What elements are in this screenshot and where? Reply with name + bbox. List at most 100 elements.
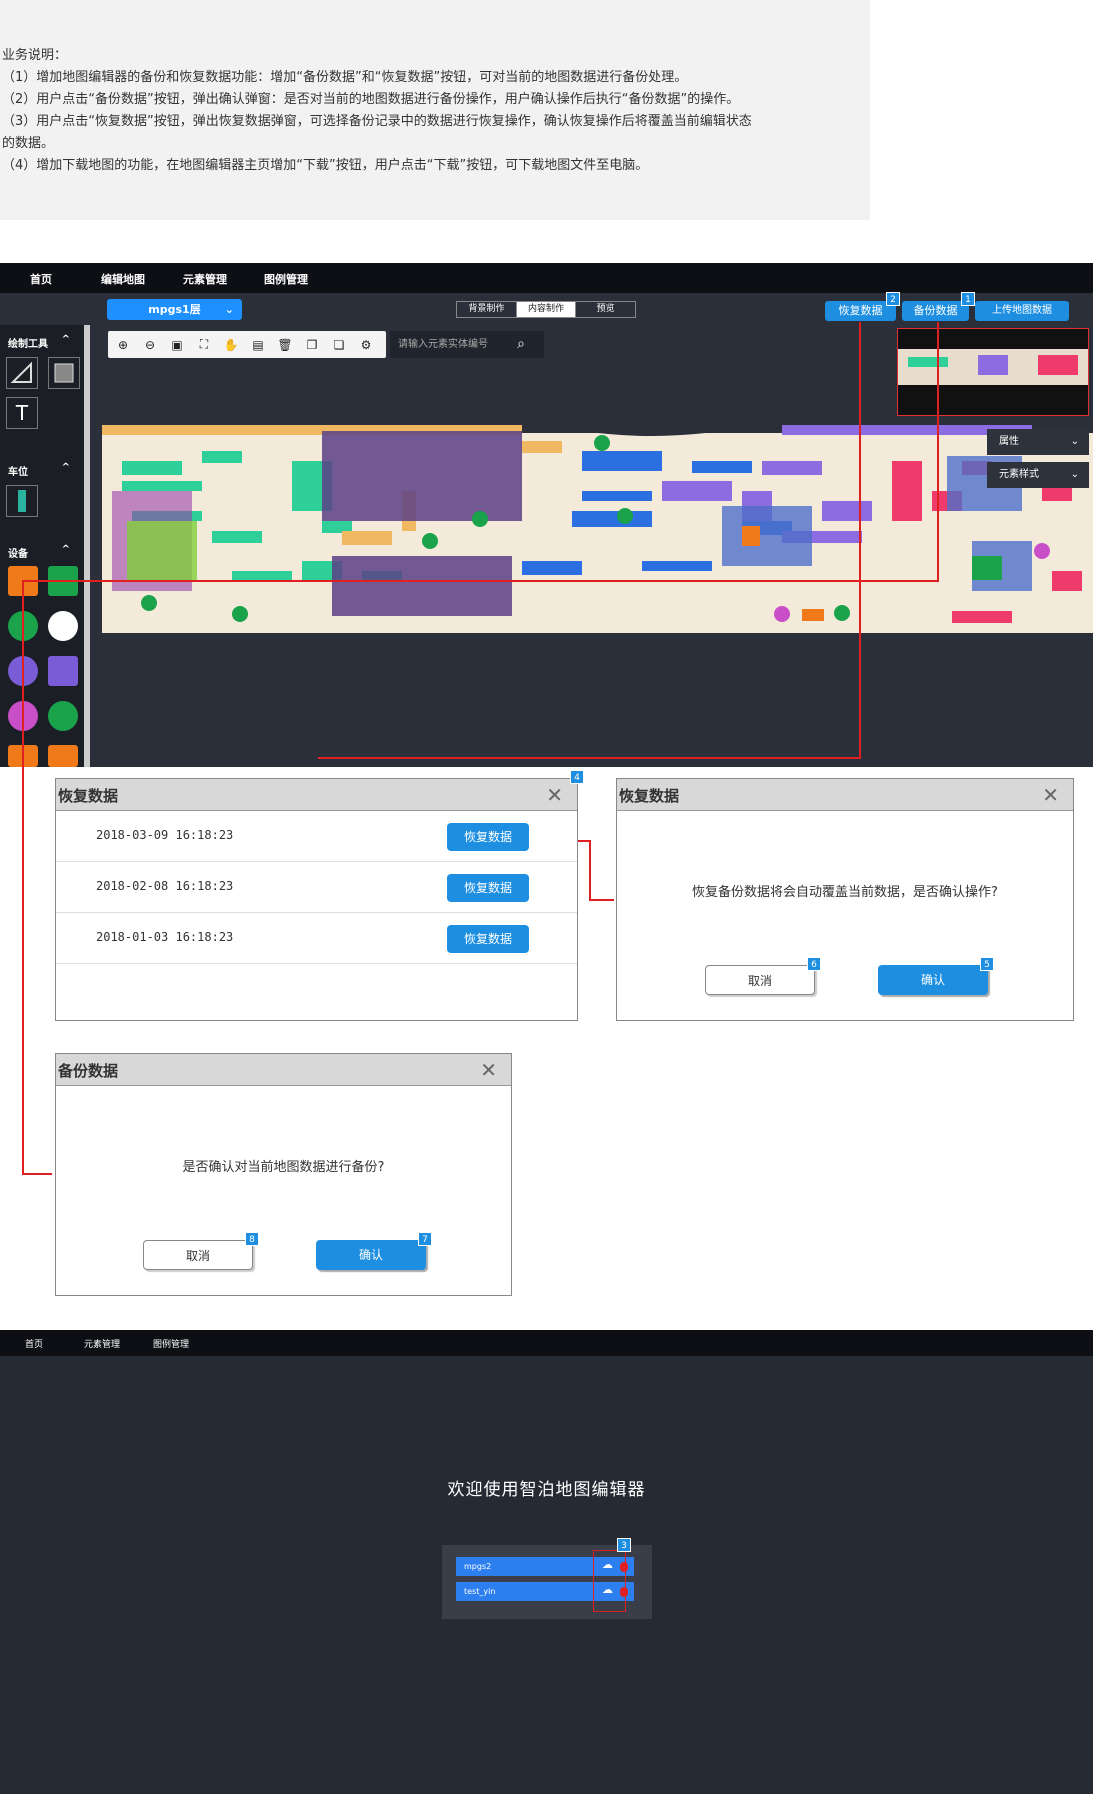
nav-element-manage[interactable]: 元素管理	[183, 271, 227, 287]
delete-icon[interactable]: 🗑	[274, 338, 296, 352]
tab-content[interactable]: 内容制作	[516, 302, 577, 317]
upload-map-button[interactable]: 上传地图数据	[975, 301, 1069, 321]
save-icon[interactable]: ▤	[247, 338, 269, 352]
nav-edit-map[interactable]: 编辑地图	[101, 271, 145, 287]
nav-legend-manage[interactable]: 图例管理	[153, 1337, 189, 1350]
close-icon[interactable]: ✕	[480, 1058, 497, 1082]
annotation-line	[589, 840, 591, 900]
annotation-line	[859, 322, 861, 759]
editor-home: 首页 元素管理 图例管理 欢迎使用智泊地图编辑器 mpgs2 test_yin …	[0, 1330, 1093, 1794]
notes-line: （4）增加下载地图的功能，在地图编辑器主页增加“下载”按钮，用户点击“下载”按钮…	[2, 158, 649, 173]
section-label: 车位	[8, 467, 28, 478]
annotation-line	[589, 899, 614, 901]
editor-top-nav: 首页 编辑地图 元素管理 图例管理	[0, 263, 1093, 293]
restore-record-button[interactable]: 恢复数据	[447, 823, 529, 851]
device-more-icon[interactable]	[48, 745, 78, 767]
backup-record-row: 2018-02-08 16:18:23 恢复数据	[56, 862, 577, 913]
close-icon[interactable]: ✕	[546, 783, 563, 807]
tab-preview[interactable]: 预览	[576, 302, 635, 317]
zoom-in-icon[interactable]: ⊕	[112, 338, 134, 352]
annotation-badge: 8	[245, 1232, 259, 1246]
restore-record-button[interactable]: 恢复数据	[447, 925, 529, 953]
panel-scrollbar[interactable]	[84, 325, 90, 767]
section-draw-tools[interactable]: 绘制工具 ^	[0, 331, 84, 351]
confirm-restore-dialog: 恢复数据 ✕ 恢复备份数据将会自动覆盖当前数据，是否确认操作? 取消 确认	[616, 778, 1074, 1021]
annotation-line	[22, 1173, 52, 1175]
annotation-badge: 3	[617, 1538, 631, 1552]
chevron-up-icon: ^	[61, 334, 70, 345]
home-top-nav: 首页 元素管理 图例管理	[0, 1330, 1093, 1356]
restore-record-button[interactable]: 恢复数据	[447, 874, 529, 902]
backup-data-button[interactable]: 备份数据	[902, 301, 969, 321]
dialog-title: 备份数据	[58, 1062, 119, 1080]
annotation-line	[22, 580, 939, 582]
annotation-line	[22, 580, 24, 1175]
notes-line: （2）用户点击“备份数据”按钮，弹出确认弹窗：是否对当前的地图数据进行备份操作，…	[2, 92, 740, 107]
search-icon[interactable]: ⌕	[498, 331, 544, 358]
device-network-icon[interactable]	[48, 656, 78, 686]
nav-element-manage[interactable]: 元素管理	[84, 1337, 120, 1350]
backup-date: 2018-03-09 16:18:23	[96, 828, 234, 842]
search-input[interactable]: 请输入元素实体编号	[390, 331, 498, 358]
tab-background[interactable]: 背景制作	[457, 302, 517, 317]
confirm-message: 恢复备份数据将会自动覆盖当前数据，是否确认操作?	[692, 885, 998, 900]
rect-tool-icon[interactable]	[48, 357, 80, 389]
notes-line: 的数据。	[2, 136, 55, 151]
section-parking[interactable]: 车位 ^	[0, 459, 84, 479]
properties-dropdown[interactable]: 属性 ⌄	[987, 429, 1089, 455]
paste-icon[interactable]: ❏	[328, 338, 350, 352]
backup-date: 2018-01-03 16:18:23	[96, 930, 234, 944]
properties-label: 属性	[999, 436, 1019, 447]
dialog-header: 恢复数据 ✕	[617, 779, 1073, 811]
settings-icon[interactable]: ⚙	[355, 338, 377, 352]
nav-legend-manage[interactable]: 图例管理	[264, 271, 308, 287]
cancel-button[interactable]: 取消	[705, 965, 815, 995]
floor-select[interactable]: mpgs1层 ⌄	[107, 299, 242, 320]
map-name: test_yin	[464, 1587, 496, 1596]
dialog-title: 恢复数据	[58, 787, 119, 805]
map-toolbar: ⊕ ⊖ ▣ ⛶ ✋ ▤ 🗑 ❐ ❏ ⚙	[108, 331, 386, 358]
backup-data-dialog: 备份数据 ✕ 是否确认对当前地图数据进行备份? 取消 确认	[55, 1053, 512, 1296]
confirm-button[interactable]: 确认	[316, 1240, 426, 1270]
parking-space-icon[interactable]	[6, 485, 38, 517]
section-label: 绘制工具	[8, 339, 48, 350]
notes-line: （3）用户点击“恢复数据”按钮，弹出恢复数据弹窗，可选择备份记录中的数据进行恢复…	[2, 114, 752, 129]
map-canvas[interactable]	[102, 421, 1093, 633]
business-notes: 业务说明： （1）增加地图编辑器的备份和恢复数据功能：增加“备份数据”和“恢复数…	[0, 0, 870, 220]
restore-data-dialog: 恢复数据 ✕ 2018-03-09 16:18:23 恢复数据 2018-02-…	[55, 778, 578, 1021]
tool-panel: 绘制工具 ^ T 车位 ^ 设备 ^	[0, 325, 90, 767]
backup-record-row: 2018-01-03 16:18:23 恢复数据	[56, 913, 577, 964]
annotation-line	[937, 322, 939, 582]
chevron-up-icon: ^	[61, 544, 70, 555]
polygon-tool-icon[interactable]	[6, 357, 38, 389]
confirm-button[interactable]: 确认	[878, 965, 988, 995]
map-editor: 首页 编辑地图 元素管理 图例管理 mpgs1层 ⌄ 背景制作 内容制作 预览 …	[0, 263, 1093, 767]
copy-icon[interactable]: ❐	[301, 338, 323, 352]
fit-icon[interactable]: ▣	[166, 338, 188, 352]
chevron-up-icon: ^	[61, 462, 70, 473]
cancel-button[interactable]: 取消	[143, 1240, 253, 1270]
element-style-dropdown[interactable]: 元素样式 ⌄	[987, 462, 1089, 488]
device-dome-icon[interactable]	[48, 611, 78, 641]
section-device[interactable]: 设备 ^	[0, 541, 84, 561]
map-list: mpgs2 test_yin ☁ ☁	[442, 1545, 652, 1619]
backup-record-row: 2018-03-09 16:18:23 恢复数据	[56, 811, 577, 862]
fullscreen-icon[interactable]: ⛶	[193, 337, 215, 352]
annotation-badge: 5	[980, 957, 994, 971]
welcome-title: 欢迎使用智泊地图编辑器	[447, 1480, 646, 1500]
zoom-out-icon[interactable]: ⊖	[139, 338, 161, 352]
dialog-title: 恢复数据	[619, 787, 680, 805]
nav-home[interactable]: 首页	[25, 1337, 43, 1350]
annotation-line	[318, 757, 861, 759]
close-icon[interactable]: ✕	[1042, 783, 1059, 807]
element-style-label: 元素样式	[999, 469, 1039, 480]
hand-icon[interactable]: ✋	[220, 338, 242, 352]
editor-toolbar: mpgs1层 ⌄ 背景制作 内容制作 预览 恢复数据 备份数据 上传地图数据	[0, 293, 1093, 325]
text-tool-icon[interactable]: T	[6, 397, 38, 429]
chevron-down-icon: ⌄	[224, 303, 234, 316]
device-ev-icon[interactable]	[48, 701, 78, 731]
backup-message: 是否确认对当前地图数据进行备份?	[182, 1160, 385, 1175]
dialog-header: 恢复数据 ✕	[56, 779, 577, 811]
nav-home[interactable]: 首页	[30, 271, 52, 287]
minimap[interactable]	[897, 328, 1089, 416]
